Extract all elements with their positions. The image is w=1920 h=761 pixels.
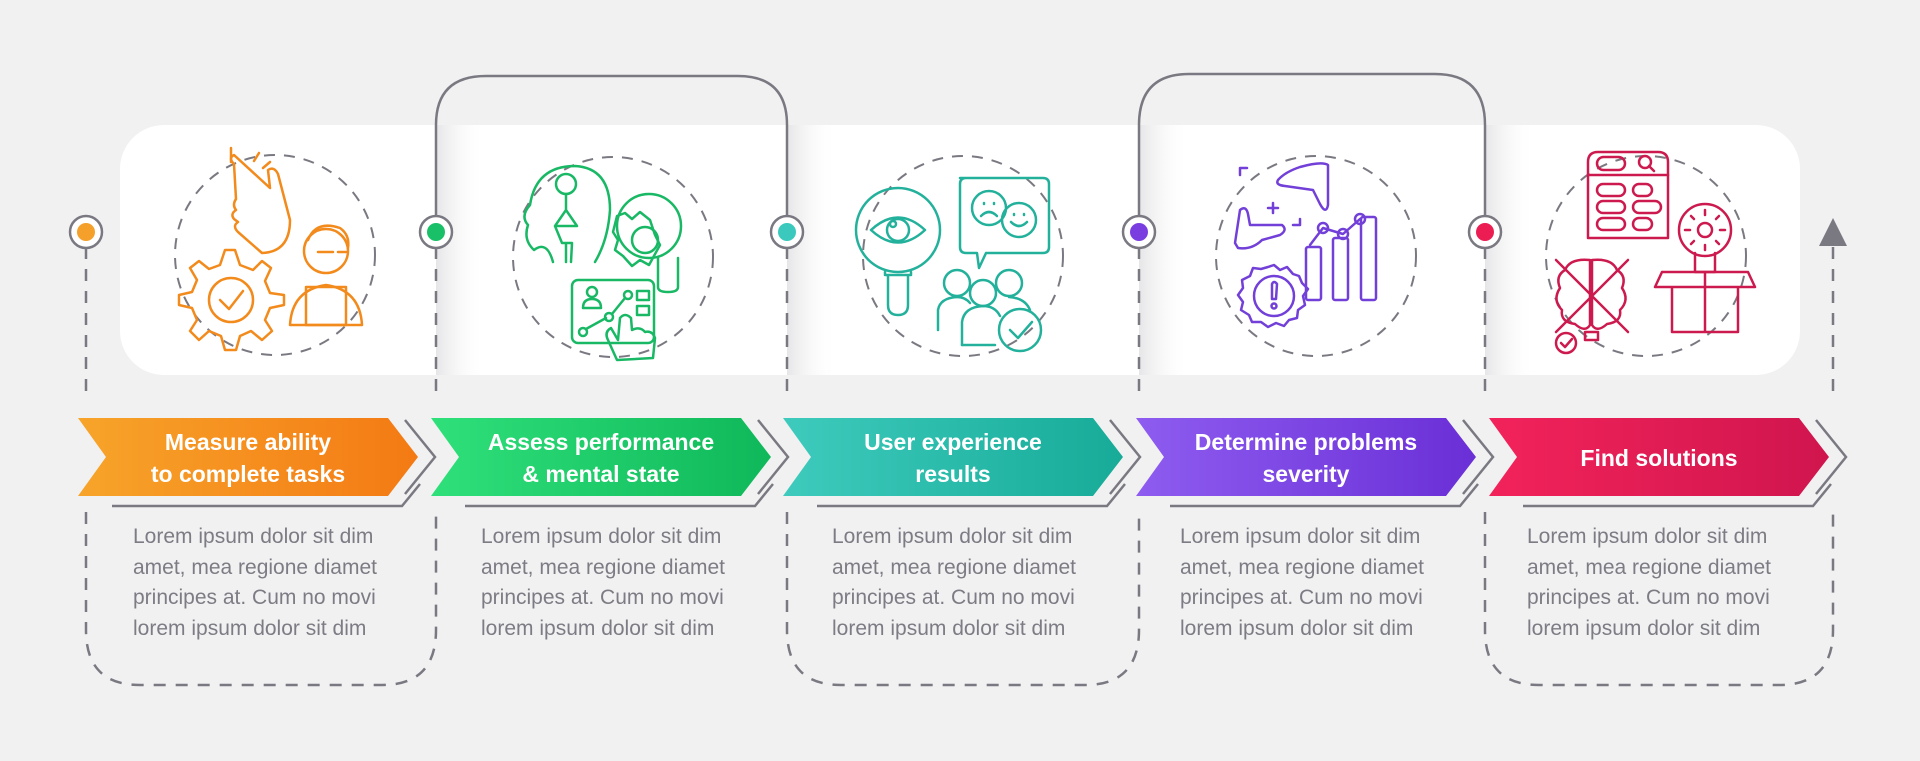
description-line: Lorem ipsum dolor sit dim bbox=[1527, 525, 1768, 548]
step-title-line: Determine problems bbox=[1194, 429, 1418, 455]
description-line: lorem ipsum dolor sit dim bbox=[1527, 616, 1761, 640]
description-line: lorem ipsum dolor sit dim bbox=[133, 616, 367, 640]
description-line: Lorem ipsum dolor sit dim bbox=[1180, 525, 1421, 548]
step-title-line: & mental state bbox=[522, 461, 680, 487]
description-line: amet, mea regione diamet bbox=[133, 555, 377, 579]
step-title-1: Measure ability to complete tasks bbox=[88, 418, 408, 498]
step-dot-1 bbox=[68, 214, 104, 250]
step-dot-2 bbox=[418, 214, 454, 250]
step-title-line: Measure ability bbox=[164, 429, 332, 455]
step-title-line: to complete tasks bbox=[150, 461, 346, 487]
step-title-5: Find solutions bbox=[1499, 418, 1819, 498]
step-dot-5 bbox=[1467, 214, 1503, 250]
step-title-line: User experience bbox=[864, 429, 1042, 455]
description-line: Lorem ipsum dolor sit dim bbox=[133, 525, 374, 548]
panel-shade-4 bbox=[1485, 125, 1535, 375]
description-line: Lorem ipsum dolor sit dim bbox=[832, 525, 1073, 548]
step-title-line: Assess performance bbox=[487, 429, 715, 455]
description-line: lorem ipsum dolor sit dim bbox=[481, 616, 715, 640]
step-description-5: Lorem ipsum dolor sit dim amet, mea regi… bbox=[1527, 522, 1817, 644]
step-title-4: Determine problems severity bbox=[1146, 418, 1466, 498]
description-line: Lorem ipsum dolor sit dim bbox=[481, 525, 722, 548]
description-line: amet, mea regione diamet bbox=[832, 555, 1076, 579]
step-title-line: Find solutions bbox=[1580, 445, 1738, 471]
end-arrow-icon bbox=[1819, 218, 1847, 246]
step-dot-4 bbox=[1121, 214, 1157, 250]
step-title-3: User experience results bbox=[793, 418, 1113, 498]
description-line: principes at. Cum no movi bbox=[133, 586, 376, 609]
panel-shade-1 bbox=[436, 125, 486, 375]
step-description-1: Lorem ipsum dolor sit dim amet, mea regi… bbox=[133, 522, 423, 644]
panel-shade-3 bbox=[1139, 125, 1189, 375]
description-line: amet, mea regione diamet bbox=[1527, 555, 1771, 579]
step-dot-3 bbox=[769, 214, 805, 250]
step-description-2: Lorem ipsum dolor sit dim amet, mea regi… bbox=[481, 522, 771, 644]
step-title-line: severity bbox=[1262, 461, 1350, 487]
description-line: amet, mea regione diamet bbox=[481, 555, 725, 579]
infographic-frame bbox=[68, 72, 1848, 687]
description-line: amet, mea regione diamet bbox=[1180, 555, 1424, 579]
panel-shade-2 bbox=[787, 125, 837, 375]
step-description-3: Lorem ipsum dolor sit dim amet, mea regi… bbox=[832, 522, 1122, 644]
step-title-2: Assess performance & mental state bbox=[441, 418, 761, 498]
description-line: principes at. Cum no movi bbox=[1180, 586, 1423, 609]
step-description-4: Lorem ipsum dolor sit dim amet, mea regi… bbox=[1180, 522, 1470, 644]
description-line: lorem ipsum dolor sit dim bbox=[1180, 616, 1414, 640]
description-line: principes at. Cum no movi bbox=[832, 586, 1075, 609]
description-line: principes at. Cum no movi bbox=[1527, 586, 1770, 609]
description-line: principes at. Cum no movi bbox=[481, 586, 724, 609]
description-line: lorem ipsum dolor sit dim bbox=[832, 616, 1066, 640]
step-title-line: results bbox=[915, 461, 991, 487]
